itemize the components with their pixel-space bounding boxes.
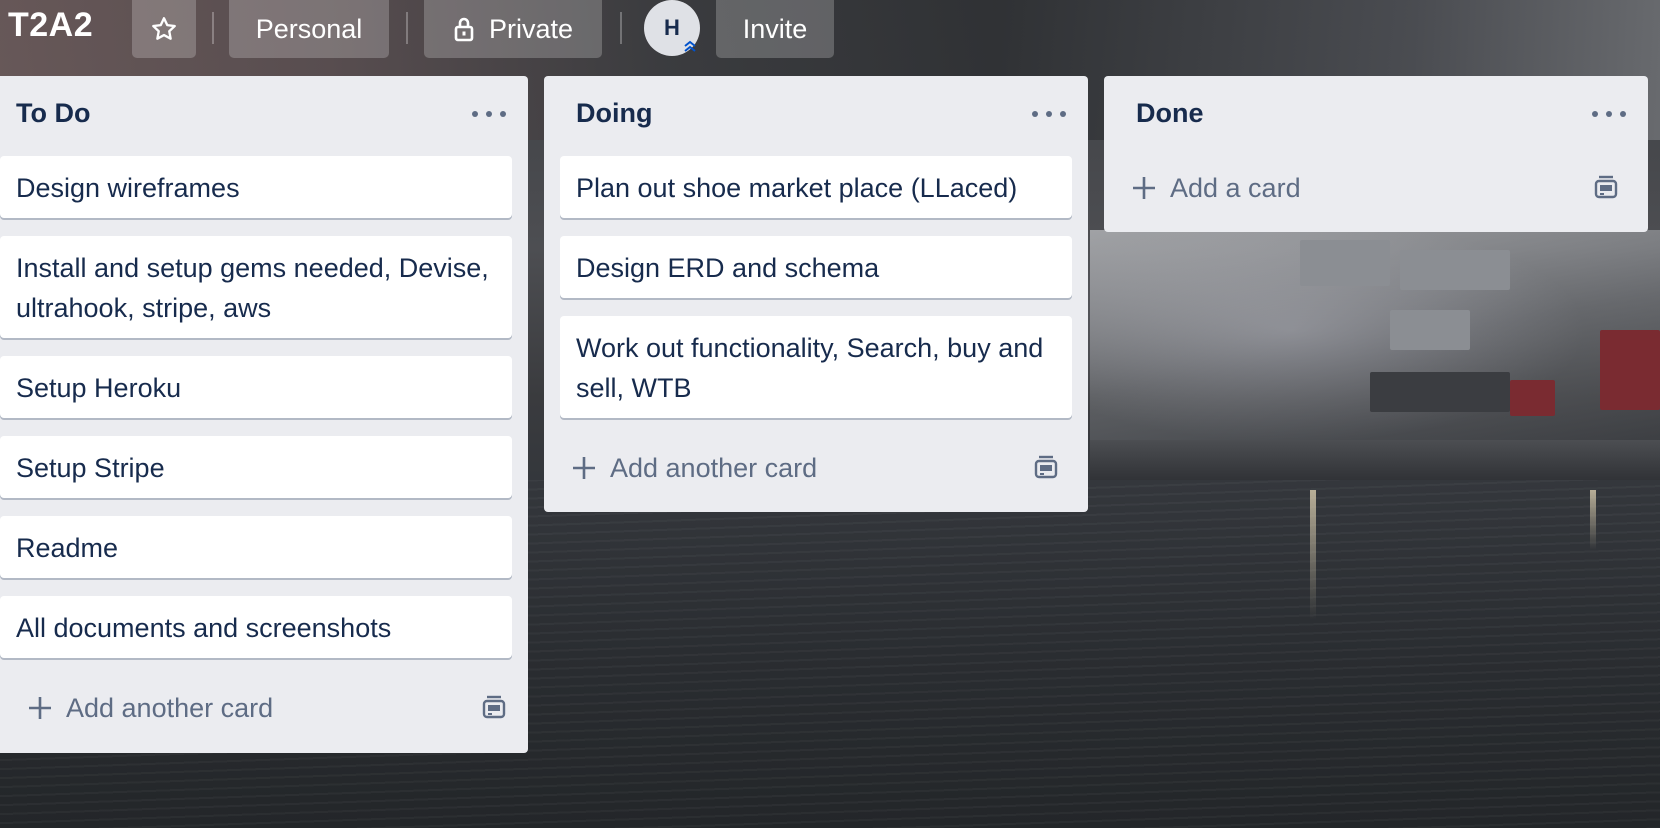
star-icon [150,15,178,43]
board-header: T2A2 Personal Private H Invite [0,0,1660,64]
double-chevron-up-icon [682,38,698,54]
background-house [1400,250,1510,290]
add-card-label: Add a card [1170,172,1301,203]
card[interactable]: Setup Stripe [0,436,512,498]
add-card-label: Add another card [66,692,274,723]
add-card-button[interactable]: Add a card [1124,168,1628,208]
invite-button[interactable]: Invite [716,0,834,58]
card[interactable]: Work out functionality, Search, buy and … [560,316,1072,418]
list-done: Done Add a card [1104,76,1648,232]
card-template-icon[interactable] [1032,454,1060,482]
card-template-icon[interactable] [480,694,508,722]
background-house [1600,330,1660,410]
plus-icon [20,688,60,728]
background-house [1370,372,1510,412]
private-label: Private [488,13,574,44]
avatar-initial: H [664,15,680,40]
ellipsis-icon[interactable] [472,102,506,126]
header-divider [212,12,214,44]
background-reflection [1310,490,1316,620]
card[interactable]: All documents and screenshots [0,596,512,658]
list-title[interactable]: Doing [576,98,652,129]
board-title[interactable]: T2A2 [8,6,93,45]
card[interactable]: Plan out shoe market place (LLaced) [560,156,1072,218]
plus-icon [564,448,604,488]
background-house [1390,310,1470,350]
personal-label: Personal [255,13,363,44]
star-button[interactable] [132,0,196,58]
card-template-icon[interactable] [1592,174,1620,202]
list-to-do: To Do Design wireframes Install and setu… [0,76,528,753]
avatar[interactable]: H [644,0,700,56]
plus-icon [1124,168,1164,208]
private-button[interactable]: Private [424,0,602,58]
card[interactable]: Install and setup gems needed, Devise, u… [0,236,512,338]
background-house [1300,240,1390,286]
list-doing: Doing Plan out shoe market place (LLaced… [544,76,1088,512]
background-reflection [1590,490,1596,550]
list-title[interactable]: Done [1136,98,1204,129]
add-card-label: Add another card [610,452,818,483]
list-title[interactable]: To Do [16,98,90,129]
add-card-button[interactable]: Add another card [20,688,508,728]
card[interactable]: Readme [0,516,512,578]
card[interactable]: Setup Heroku [0,356,512,418]
ellipsis-icon[interactable] [1592,102,1626,126]
personal-button[interactable]: Personal [229,0,389,58]
ellipsis-icon[interactable] [1032,102,1066,126]
invite-label: Invite [742,13,808,44]
lock-icon [453,16,475,42]
header-divider [620,12,622,44]
header-divider [406,12,408,44]
background-house [1510,380,1555,416]
card[interactable]: Design wireframes [0,156,512,218]
card[interactable]: Design ERD and schema [560,236,1072,298]
add-card-button[interactable]: Add another card [564,448,1068,488]
